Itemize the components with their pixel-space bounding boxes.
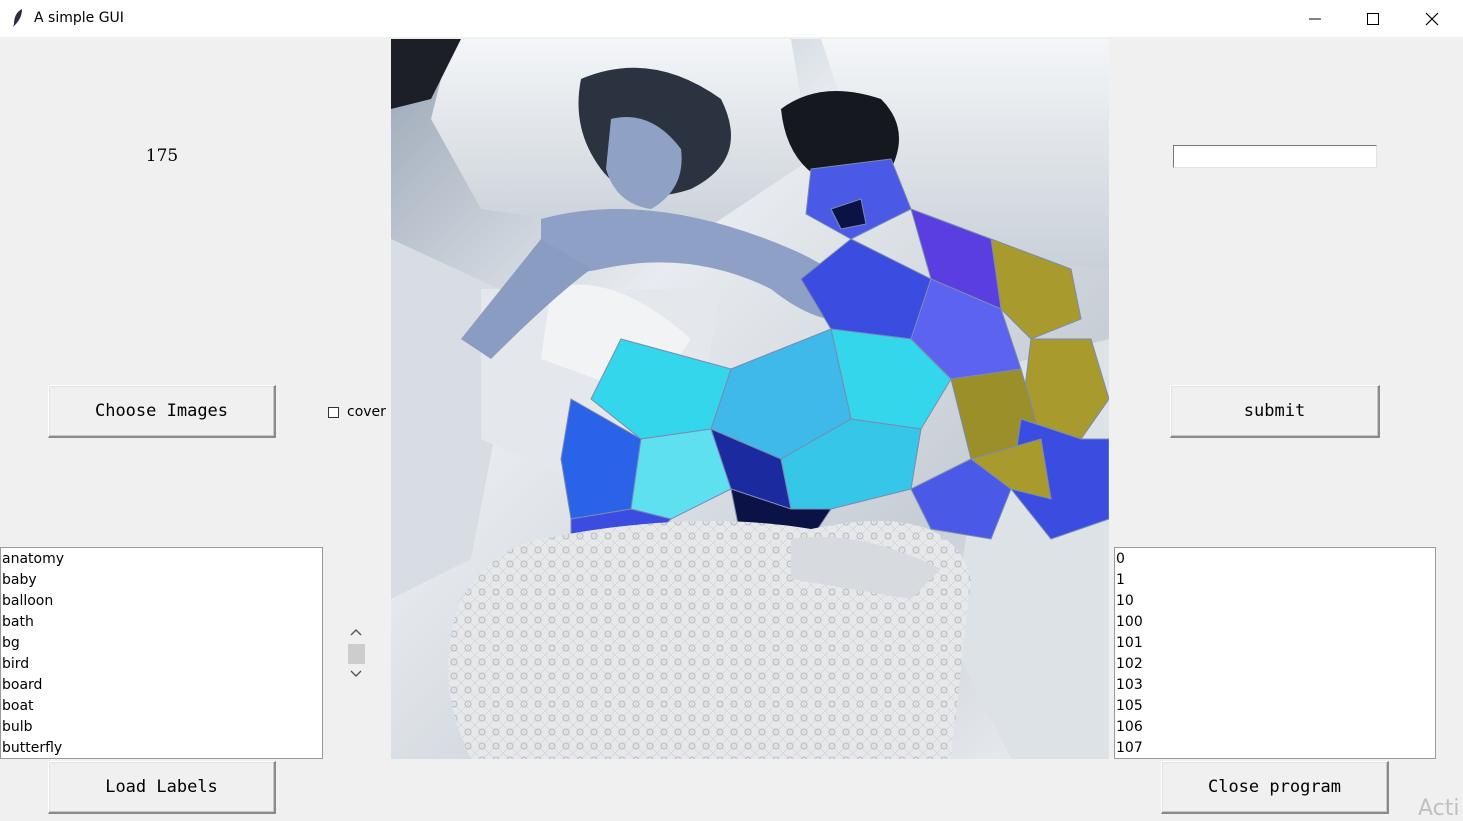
minimize-button[interactable]: [1286, 0, 1344, 37]
list-item[interactable]: 100: [1115, 612, 1435, 633]
list-item[interactable]: bird: [1, 654, 322, 675]
preview-image: [391, 39, 1109, 759]
close-icon: [1425, 12, 1439, 25]
list-item[interactable]: bulb: [1, 717, 322, 738]
scroll-up-icon[interactable]: [350, 627, 362, 637]
load-labels-button[interactable]: Load Labels: [48, 761, 276, 814]
image-preview: [391, 39, 1109, 759]
list-item[interactable]: 103: [1115, 675, 1435, 696]
labels-listbox[interactable]: anatomy baby balloon bath bg bird board …: [0, 547, 323, 759]
cover-label: cover: [347, 404, 386, 420]
scroll-thumb[interactable]: [348, 644, 365, 664]
list-item[interactable]: 0: [1115, 549, 1435, 570]
list-item[interactable]: bg: [1, 633, 322, 654]
items-listbox[interactable]: 0 1 10 100 101 102 103 105 106 107: [1114, 547, 1436, 759]
list-item[interactable]: 10: [1115, 591, 1435, 612]
image-count-label: 175: [145, 146, 179, 166]
list-item[interactable]: boat: [1, 696, 322, 717]
maximize-icon: [1367, 12, 1379, 25]
maximize-button[interactable]: [1344, 0, 1402, 37]
label-entry[interactable]: [1173, 145, 1377, 168]
list-item[interactable]: 1: [1115, 570, 1435, 591]
list-item[interactable]: 106: [1115, 717, 1435, 738]
list-item[interactable]: balloon: [1, 591, 322, 612]
list-item[interactable]: 101: [1115, 633, 1435, 654]
list-item[interactable]: 107: [1115, 738, 1435, 758]
checkbox-box[interactable]: [328, 406, 339, 418]
submit-button[interactable]: submit: [1170, 385, 1380, 438]
list-item[interactable]: butterfly: [1, 738, 322, 758]
list-item[interactable]: bath: [1, 612, 322, 633]
activation-watermark: Acti: [1418, 796, 1460, 821]
window-title: A simple GUI: [34, 10, 124, 26]
choose-images-button[interactable]: Choose Images: [48, 385, 276, 438]
labels-scrollbar[interactable]: [345, 623, 367, 685]
close-program-button[interactable]: Close program: [1161, 761, 1389, 814]
list-item[interactable]: baby: [1, 570, 322, 591]
list-item[interactable]: 102: [1115, 654, 1435, 675]
scroll-down-icon[interactable]: [350, 669, 362, 679]
list-item[interactable]: anatomy: [1, 549, 322, 570]
cover-checkbox[interactable]: cover: [328, 403, 386, 421]
list-item[interactable]: 105: [1115, 696, 1435, 717]
feather-icon: [13, 9, 22, 27]
minimize-icon: [1309, 18, 1321, 19]
list-item[interactable]: board: [1, 675, 322, 696]
title-bar: A simple GUI: [0, 0, 1463, 37]
close-window-button[interactable]: [1403, 0, 1461, 37]
